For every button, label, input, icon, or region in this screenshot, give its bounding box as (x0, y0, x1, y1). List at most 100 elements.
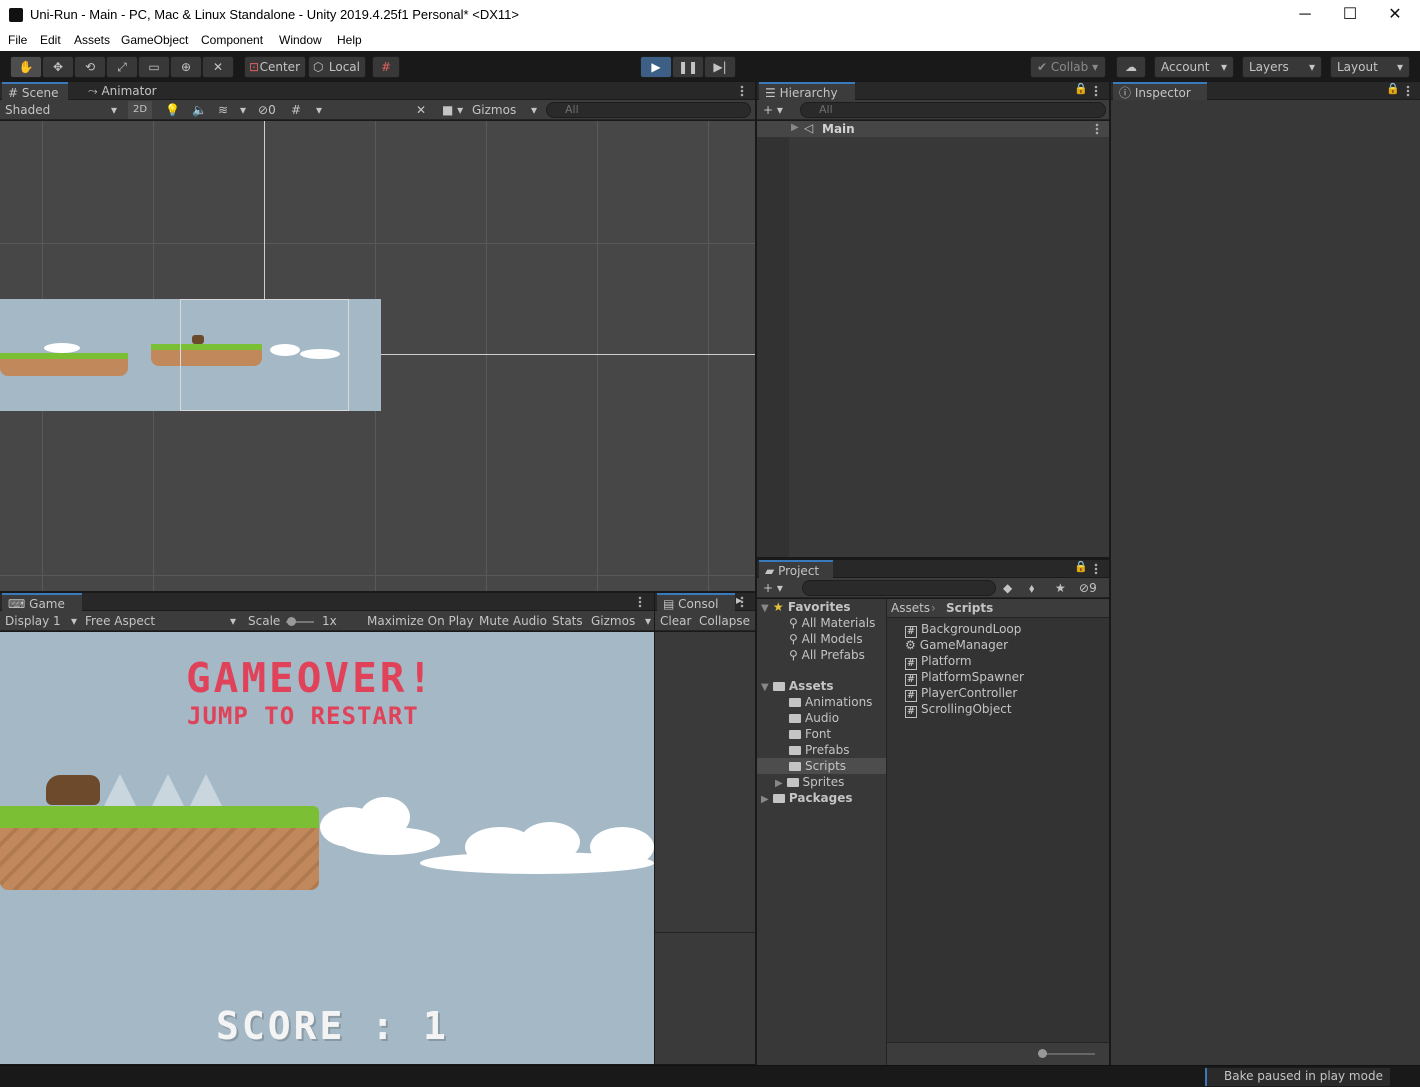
cloud-icon[interactable]: ☁ (1116, 56, 1146, 78)
packages-folder[interactable]: ▶ Packages (761, 790, 853, 806)
pivot-toggle[interactable]: ⊡ Center (244, 56, 306, 78)
scene-viewport[interactable] (0, 121, 755, 591)
menu-file[interactable]: File (8, 33, 27, 47)
folder-sprites[interactable]: ▶ Sprites (775, 774, 844, 790)
file-platform[interactable]: # Platform (905, 653, 972, 670)
layers-dropdown[interactable]: Layers ▾ (1242, 56, 1322, 78)
more-options-icon[interactable] (1095, 123, 1099, 135)
chevron-right-icon[interactable]: ▶ (791, 122, 799, 133)
lock-icon[interactable]: 🔒 (1386, 82, 1400, 95)
project-search-input[interactable] (802, 580, 996, 596)
grid-snap-icon[interactable]: # (372, 56, 400, 78)
tab-inspector[interactable]: ⓘ Inspector (1113, 82, 1207, 101)
maximize-button[interactable]: ☐ (1327, 0, 1373, 31)
pause-button[interactable]: ❚❚ (672, 56, 704, 78)
file-scrollingobject[interactable]: # ScrollingObject (905, 701, 1012, 718)
tab-project[interactable]: ▰ Project (759, 560, 833, 579)
menu-gameobject[interactable]: GameObject (121, 33, 188, 47)
star-favorite-icon[interactable]: ★ (1055, 579, 1066, 597)
scene-search-input[interactable]: All (546, 102, 751, 118)
menu-edit[interactable]: Edit (40, 33, 61, 47)
chevron-down-icon[interactable]: ▾ (240, 101, 246, 119)
hierarchy-search-input[interactable]: All (800, 102, 1106, 118)
mute-audio-toggle[interactable]: Mute Audio (479, 612, 547, 630)
rotate-tool-icon[interactable]: ⟲ (74, 56, 106, 78)
tab-console[interactable]: ▤ Consol (657, 593, 735, 612)
hand-tool-icon[interactable]: ✋ (10, 56, 42, 78)
tab-game[interactable]: ⌨ Game (2, 593, 82, 612)
collab-dropdown[interactable]: ✔ Collab ▾ (1030, 56, 1106, 78)
display-dropdown[interactable]: Display 1 ▾ (5, 612, 79, 630)
camera-icon[interactable]: ■ ▾ (442, 101, 463, 119)
effects-icon[interactable]: ≋ (218, 101, 228, 119)
folder-font[interactable]: Font (789, 726, 831, 742)
icon-size-slider-thumb[interactable] (1038, 1049, 1047, 1058)
console-log-area[interactable] (655, 632, 755, 1064)
layout-dropdown[interactable]: Layout ▾ (1330, 56, 1410, 78)
menu-help[interactable]: Help (337, 33, 362, 47)
more-options-icon[interactable] (1094, 85, 1098, 97)
favorite-all-materials[interactable]: ⚲ All Materials (789, 615, 875, 631)
favorites-group[interactable]: ▼ ★ Favorites (761, 599, 851, 615)
console-collapse-button[interactable]: Collapse (699, 612, 750, 630)
grid-toggle-icon[interactable]: # (291, 101, 301, 119)
tab-scene[interactable]: # Scene (2, 82, 68, 101)
breadcrumb-scripts[interactable]: Scripts (946, 600, 993, 616)
more-options-icon[interactable] (740, 85, 744, 97)
more-options-icon[interactable] (638, 596, 642, 608)
mode-2d-toggle[interactable]: 2D (128, 101, 152, 119)
menu-component[interactable]: Component (201, 33, 263, 47)
favorite-all-models[interactable]: ⚲ All Models (789, 631, 863, 647)
lighting-icon[interactable]: 💡 (165, 101, 180, 119)
more-options-icon[interactable] (740, 596, 744, 608)
menu-window[interactable]: Window (279, 33, 322, 47)
breadcrumb-assets[interactable]: Assets (891, 600, 930, 616)
scale-slider-thumb[interactable] (287, 617, 296, 626)
assets-folder[interactable]: ▼ Assets (761, 678, 833, 694)
account-dropdown[interactable]: Account ▾ (1154, 56, 1234, 78)
play-button[interactable]: ▶ (640, 56, 672, 78)
hidden-objects-toggle[interactable]: ⊘0 (258, 101, 276, 119)
gizmos-dropdown[interactable]: Gizmos ▾ (472, 101, 540, 119)
file-playercontroller[interactable]: # PlayerController (905, 685, 1017, 702)
tab-animator[interactable]: ⤳ Animator (82, 82, 163, 101)
icon-size-slider[interactable] (1041, 1053, 1095, 1055)
tab-hierarchy[interactable]: ☰ Hierarchy (759, 82, 855, 101)
more-options-icon[interactable] (1406, 85, 1410, 97)
scale-tool-icon[interactable]: ⤢ (106, 56, 138, 78)
game-gizmos-dropdown[interactable]: Gizmos ▾ (591, 612, 653, 630)
filter-by-type-icon[interactable]: ◆ (1003, 579, 1012, 597)
file-backgroundloop[interactable]: # BackgroundLoop (905, 621, 1021, 638)
aspect-dropdown[interactable]: Free Aspect ▾ (85, 612, 239, 630)
menu-assets[interactable]: Assets (74, 33, 110, 47)
create-add-button[interactable]: + ▾ (763, 579, 783, 597)
close-button[interactable]: ✕ (1372, 0, 1418, 31)
step-button[interactable]: ▶| (704, 56, 736, 78)
lock-icon[interactable]: 🔒 (1074, 82, 1088, 95)
custom-tool-icon[interactable]: ✕ (202, 56, 234, 78)
label-tag-icon[interactable]: ⬧ (1029, 579, 1034, 597)
folder-animations[interactable]: Animations (789, 694, 872, 710)
stats-toggle[interactable]: Stats (552, 612, 583, 630)
lock-icon[interactable]: 🔒 (1074, 560, 1088, 573)
file-gamemanager[interactable]: ⚙ GameManager (905, 637, 1008, 653)
chevron-down-icon[interactable]: ▾ (316, 101, 322, 119)
hierarchy-row-main[interactable]: ▶ ◁ Main (757, 121, 1109, 137)
move-tool-icon[interactable]: ✥ (42, 56, 74, 78)
game-viewport[interactable]: GAMEOVER! JUMP TO RESTART SCORE : 1 (0, 632, 654, 1064)
folder-audio[interactable]: Audio (789, 710, 839, 726)
favorite-all-prefabs[interactable]: ⚲ All Prefabs (789, 647, 865, 663)
tools-icon[interactable]: ✕ (416, 101, 426, 119)
rect-tool-icon[interactable]: ▭ (138, 56, 170, 78)
maximize-on-play-toggle[interactable]: Maximize On Play (367, 612, 474, 630)
console-clear-button[interactable]: Clear (660, 612, 691, 630)
folder-prefabs[interactable]: Prefabs (789, 742, 850, 758)
minimize-button[interactable]: ─ (1282, 0, 1328, 31)
hidden-packages-toggle[interactable]: ⊘9 (1079, 579, 1097, 597)
space-toggle[interactable]: ⬡ Local (308, 56, 366, 78)
folder-scripts[interactable]: Scripts (757, 758, 886, 774)
transform-tool-icon[interactable]: ⊕ (170, 56, 202, 78)
more-options-icon[interactable] (1094, 563, 1098, 575)
audio-icon[interactable]: 🔈 (192, 101, 207, 119)
create-add-button[interactable]: + ▾ (763, 101, 783, 119)
